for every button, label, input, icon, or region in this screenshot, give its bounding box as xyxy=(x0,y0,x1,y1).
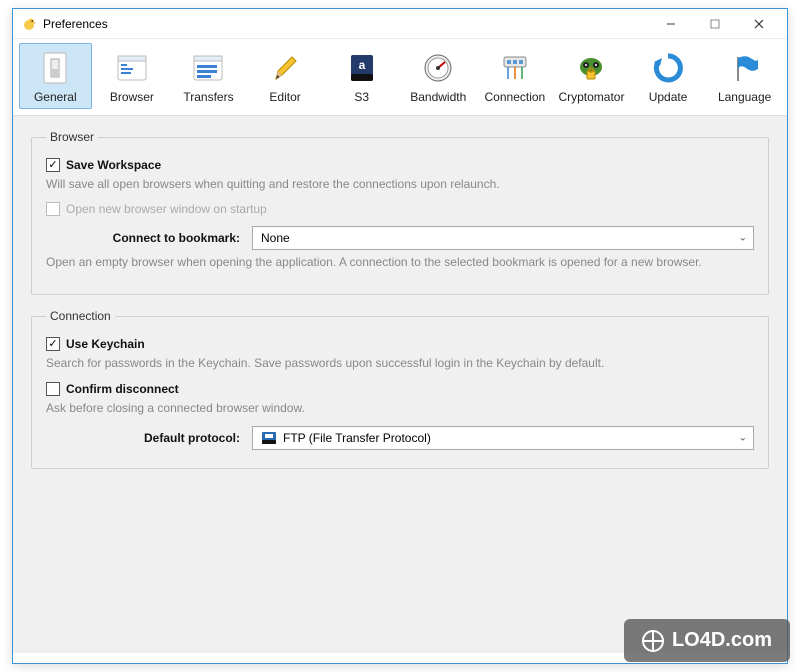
tab-bandwidth[interactable]: Bandwidth xyxy=(402,43,475,109)
minimize-button[interactable] xyxy=(649,10,693,38)
watermark-text: LO4D.com xyxy=(672,629,772,652)
s3-icon: a xyxy=(342,50,382,86)
transfers-icon xyxy=(188,50,228,86)
tab-general[interactable]: General xyxy=(19,43,92,109)
tab-label: Language xyxy=(718,90,771,104)
connect-bookmark-label: Connect to bookmark: xyxy=(46,231,246,245)
editor-icon xyxy=(265,50,305,86)
tab-browser[interactable]: Browser xyxy=(96,43,169,109)
tab-language[interactable]: Language xyxy=(708,43,781,109)
confirm-disconnect-label: Confirm disconnect xyxy=(66,382,179,396)
connect-bookmark-select[interactable]: None ⌄ xyxy=(252,226,754,250)
tab-transfers[interactable]: Transfers xyxy=(172,43,245,109)
save-workspace-label: Save Workspace xyxy=(66,158,161,172)
group-connection: Connection ✓ Use Keychain Search for pas… xyxy=(31,309,769,468)
tab-label: S3 xyxy=(354,90,369,104)
tab-update[interactable]: Update xyxy=(632,43,705,109)
use-keychain-desc: Search for passwords in the Keychain. Sa… xyxy=(46,355,754,371)
save-workspace-desc: Will save all open browsers when quittin… xyxy=(46,176,754,192)
close-button[interactable] xyxy=(737,10,781,38)
window-title: Preferences xyxy=(43,17,108,31)
tab-label: Editor xyxy=(269,90,300,104)
language-icon xyxy=(725,50,765,86)
open-new-window-checkbox xyxy=(46,202,60,216)
chevron-down-icon: ⌄ xyxy=(739,432,747,443)
group-browser: Browser ✓ Save Workspace Will save all o… xyxy=(31,130,769,295)
connect-bookmark-value: None xyxy=(261,231,290,245)
preferences-toolbar: General Browser Transfers Editor a S3 xyxy=(13,39,787,115)
save-workspace-checkbox[interactable]: ✓ xyxy=(46,158,60,172)
open-new-window-label: Open new browser window on startup xyxy=(66,202,267,216)
use-keychain-checkbox[interactable]: ✓ xyxy=(46,337,60,351)
titlebar: Preferences xyxy=(13,9,787,39)
preferences-window: Preferences General Browser xyxy=(12,8,788,664)
tab-label: Cryptomator xyxy=(558,90,624,104)
ftp-icon xyxy=(261,430,277,446)
tab-editor[interactable]: Editor xyxy=(249,43,322,109)
update-icon xyxy=(648,50,688,86)
confirm-disconnect-checkbox[interactable] xyxy=(46,382,60,396)
confirm-disconnect-desc: Ask before closing a connected browser w… xyxy=(46,400,754,416)
watermark: LO4D.com xyxy=(624,619,790,662)
globe-icon xyxy=(642,630,664,652)
tab-label: Bandwidth xyxy=(410,90,466,104)
browser-icon xyxy=(112,50,152,86)
group-connection-legend: Connection xyxy=(46,309,115,323)
app-icon xyxy=(21,16,37,32)
tab-cryptomator[interactable]: Cryptomator xyxy=(555,43,628,109)
default-protocol-value: FTP (File Transfer Protocol) xyxy=(283,431,431,445)
general-icon xyxy=(35,50,75,86)
cryptomator-icon xyxy=(571,50,611,86)
svg-text:a: a xyxy=(358,58,365,72)
tab-label: Connection xyxy=(485,90,546,104)
tab-s3[interactable]: a S3 xyxy=(325,43,398,109)
tab-label: Update xyxy=(649,90,688,104)
bandwidth-icon xyxy=(418,50,458,86)
chevron-down-icon: ⌄ xyxy=(739,233,747,244)
content-pane: Browser ✓ Save Workspace Will save all o… xyxy=(13,115,787,653)
group-browser-legend: Browser xyxy=(46,130,98,144)
tab-connection[interactable]: Connection xyxy=(479,43,552,109)
default-protocol-select[interactable]: FTP (File Transfer Protocol) ⌄ xyxy=(252,426,754,450)
tab-label: General xyxy=(34,90,77,104)
use-keychain-label: Use Keychain xyxy=(66,337,145,351)
default-protocol-label: Default protocol: xyxy=(46,431,246,445)
tab-label: Transfers xyxy=(183,90,233,104)
connection-icon xyxy=(495,50,535,86)
connect-bookmark-desc: Open an empty browser when opening the a… xyxy=(46,254,754,270)
tab-label: Browser xyxy=(110,90,154,104)
maximize-button[interactable] xyxy=(693,10,737,38)
